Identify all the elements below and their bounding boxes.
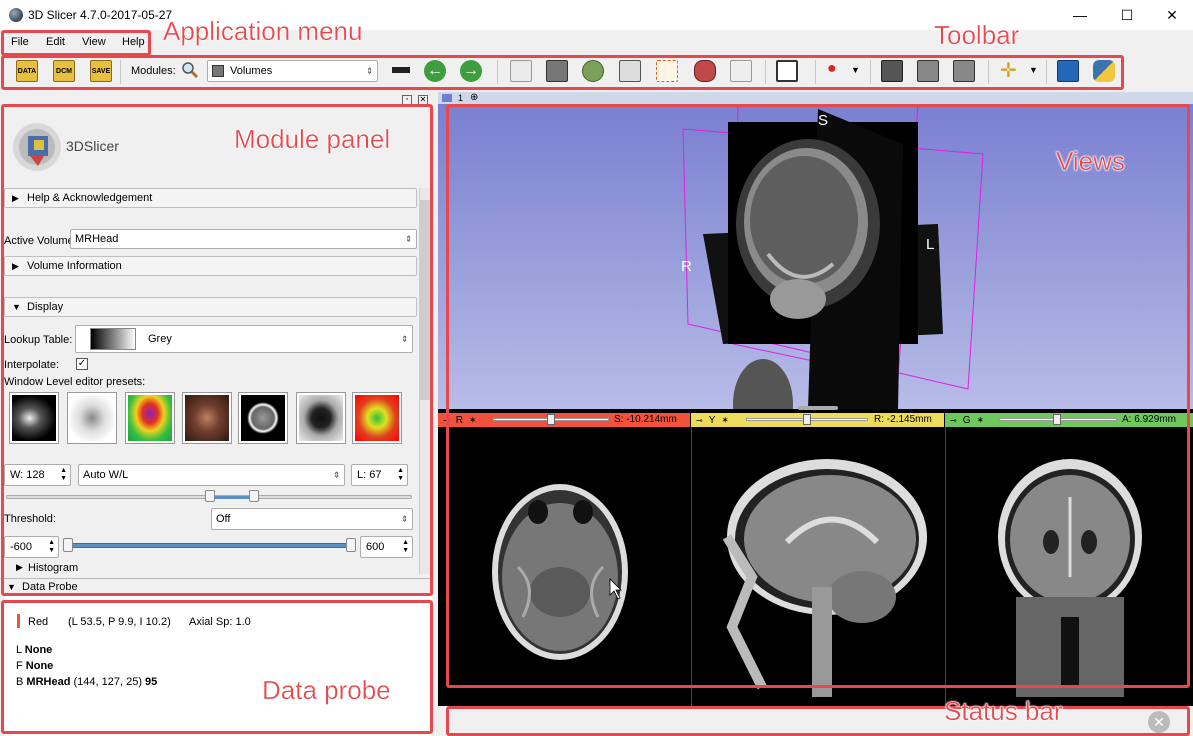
status-bar-highlight [446,706,1190,736]
window-title: 3D Slicer 4.7.0-2017-05-27 [28,8,173,22]
close-button[interactable]: ✕ [1149,0,1193,30]
annotation-views: Views [1056,146,1125,176]
maximize-button[interactable]: ☐ [1104,0,1150,30]
view-controller-bar [438,92,1193,104]
slicer-app-icon [9,8,23,22]
module-panel-highlight [1,104,433,596]
toolbar-highlight [1,55,1124,90]
application-menu-highlight [1,30,151,56]
views-highlight [446,104,1190,688]
minimize-button[interactable]: — [1057,0,1103,30]
data-probe-highlight [1,600,433,734]
annotation-status-bar: Status bar [944,696,1063,726]
view-center-icon[interactable]: ⊕ [470,92,478,103]
annotation-module-panel: Module panel [234,124,391,154]
pin-icon[interactable] [442,94,452,102]
view-number: 1 [458,93,464,103]
annotation-data-probe: Data probe [262,675,391,705]
annotation-toolbar: Toolbar [934,20,1020,50]
annotation-application-menu: Application menu [163,16,363,46]
